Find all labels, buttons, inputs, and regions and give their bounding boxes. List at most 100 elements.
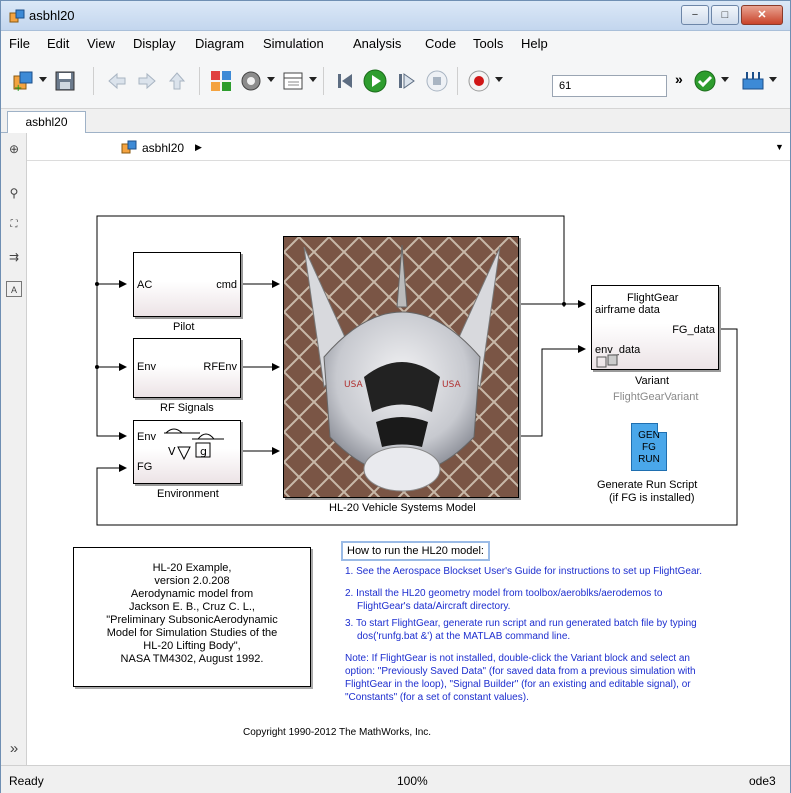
up-icon[interactable]	[165, 69, 189, 93]
annotation-icon[interactable]: A	[6, 281, 22, 297]
model-explorer-dropdown-icon[interactable]	[309, 77, 317, 82]
close-button[interactable]: ✕	[741, 5, 783, 25]
howto-note3: FlightGear in the loop), "Signal Builder…	[345, 679, 691, 690]
menu-bar: File Edit View Display Diagram Simulatio…	[1, 31, 790, 55]
rf-output-port: RFEnv	[203, 361, 237, 373]
model-canvas[interactable]: AC cmd Pilot Env RFEnv RF Signals Env FG…	[27, 161, 790, 765]
model-config-icon[interactable]	[239, 69, 263, 93]
model-advisor-icon[interactable]	[693, 69, 717, 93]
window-title: asbhl20	[29, 8, 75, 23]
pilot-block-name: Pilot	[173, 321, 195, 333]
toolbar-separator	[199, 67, 200, 95]
menu-code[interactable]: Code	[425, 36, 456, 51]
hl20-vehicle-block-name: HL-20 Vehicle Systems Model	[329, 502, 476, 514]
menu-tools[interactable]: Tools	[473, 36, 503, 51]
menu-edit[interactable]: Edit	[47, 36, 69, 51]
note-line: Jackson E. B., Cruz C. L.,	[129, 601, 255, 613]
build-dropdown-icon[interactable]	[769, 77, 777, 82]
zoom-level: 100%	[397, 774, 428, 788]
menu-analysis[interactable]: Analysis	[353, 36, 401, 51]
howto-step2a: 2. Install the HL20 geometry model from …	[345, 588, 663, 599]
environment-block-name: Environment	[157, 488, 219, 500]
note-line: HL-20 Lifting Body",	[143, 640, 241, 652]
note-line: Aerodynamic model from	[130, 588, 254, 600]
new-model-icon[interactable]: +	[11, 69, 35, 93]
tab-asbhl20[interactable]: asbhl20	[7, 111, 86, 133]
arrow-icon[interactable]: ⇉	[6, 249, 22, 265]
simulink-logo-icon	[9, 9, 25, 23]
pilot-input-port: AC	[137, 279, 153, 291]
note-line: HL-20 Example,	[152, 562, 232, 574]
menu-display[interactable]: Display	[133, 36, 176, 51]
fit-to-view-icon[interactable]: ⛶	[6, 217, 22, 233]
save-icon[interactable]	[53, 69, 77, 93]
model-advisor-dropdown-icon[interactable]	[721, 77, 729, 82]
toolbar: + »	[1, 55, 790, 109]
menu-diagram[interactable]: Diagram	[195, 36, 244, 51]
environment-block[interactable]: Env FG V g	[133, 420, 241, 484]
model-explorer-icon[interactable]	[281, 69, 305, 93]
model-browser-bar: asbhl20 ▶ ▼	[27, 133, 790, 161]
pilot-block[interactable]: AC cmd	[133, 252, 241, 317]
record-dropdown-icon[interactable]	[495, 77, 503, 82]
script-caption-2: (if FG is installed)	[609, 492, 695, 504]
back-icon[interactable]	[105, 69, 129, 93]
fg-input-port: FG	[137, 461, 153, 473]
copyright: Copyright 1990-2012 The MathWorks, Inc.	[243, 727, 432, 738]
overflow-icon[interactable]: »	[675, 71, 683, 87]
record-icon[interactable]	[467, 69, 491, 93]
toolbar-separator	[93, 67, 94, 95]
rf-signals-block[interactable]: Env RFEnv	[133, 338, 241, 398]
build-icon[interactable]	[741, 69, 765, 93]
rf-signals-block-name: RF Signals	[160, 402, 214, 414]
toolbar-separator	[457, 67, 458, 95]
svg-text:+: +	[14, 83, 22, 93]
minimize-button[interactable]: −	[681, 5, 709, 25]
zoom-icon[interactable]: ⚲	[6, 185, 22, 201]
run-icon[interactable]	[363, 69, 387, 93]
new-model-dropdown-icon[interactable]	[39, 77, 47, 82]
step-forward-icon[interactable]	[395, 69, 419, 93]
howto-step3b: dos('runfg.bat &') at the MATLAB command…	[357, 631, 571, 642]
reference-note[interactable]: HL-20 Example, version 2.0.208 Aerodynam…	[73, 547, 311, 687]
variant-icon	[596, 354, 618, 368]
flightgear-title: FlightGear	[627, 292, 679, 304]
title-bar: asbhl20 − □ ✕	[1, 1, 790, 31]
generate-run-script-block[interactable]: GEN FG RUN	[631, 423, 667, 471]
library-browser-icon[interactable]	[209, 69, 233, 93]
howto-step2b: FlightGear's data/Aircraft directory.	[357, 601, 511, 612]
stop-icon[interactable]	[425, 69, 449, 93]
menu-simulation[interactable]: Simulation	[263, 36, 324, 51]
page-fold-icon	[657, 423, 667, 433]
note-line: "Preliminary SubsonicAerodynamic	[106, 614, 278, 626]
svg-text:g: g	[200, 445, 207, 458]
menu-file[interactable]: File	[9, 36, 30, 51]
menu-view[interactable]: View	[87, 36, 115, 51]
svg-text:USA: USA	[344, 380, 363, 390]
solver-name[interactable]: ode3	[749, 774, 776, 788]
rf-input-port: Env	[137, 361, 156, 373]
step-back-icon[interactable]	[333, 69, 357, 93]
script-line-fg: FG	[642, 442, 656, 453]
note-line: Model for Simulation Studies of the	[106, 627, 278, 639]
menu-help[interactable]: Help	[521, 36, 548, 51]
script-line-run: RUN	[638, 454, 660, 465]
model-config-dropdown-icon[interactable]	[267, 77, 275, 82]
breadcrumb[interactable]: asbhl20	[142, 141, 184, 155]
maximize-button[interactable]: □	[711, 5, 739, 25]
expand-palette-icon[interactable]: »	[6, 741, 22, 757]
note-line: version 2.0.208	[154, 575, 230, 587]
howto-note2: option: "Previously Saved Data" (for sav…	[345, 666, 696, 677]
hl20-vehicle-block[interactable]: USA USA	[283, 236, 519, 498]
stop-time-input[interactable]: 61	[552, 75, 667, 97]
breadcrumb-arrow-icon[interactable]: ▶	[195, 142, 202, 153]
note-line: NASA TM4302, August 1992.	[120, 653, 264, 665]
hide-browser-icon[interactable]: ⊕	[6, 141, 22, 157]
breadcrumb-menu-icon[interactable]: ▼	[775, 142, 784, 152]
forward-icon[interactable]	[135, 69, 159, 93]
environment-icon: V g	[164, 428, 224, 461]
script-caption-1: Generate Run Script	[597, 479, 698, 491]
flightgear-variant-block[interactable]: FlightGear airframe data FG_data env_dat…	[591, 285, 719, 370]
howto-note1: Note: If FlightGear is not installed, do…	[345, 653, 690, 664]
svg-text:V: V	[168, 445, 176, 458]
